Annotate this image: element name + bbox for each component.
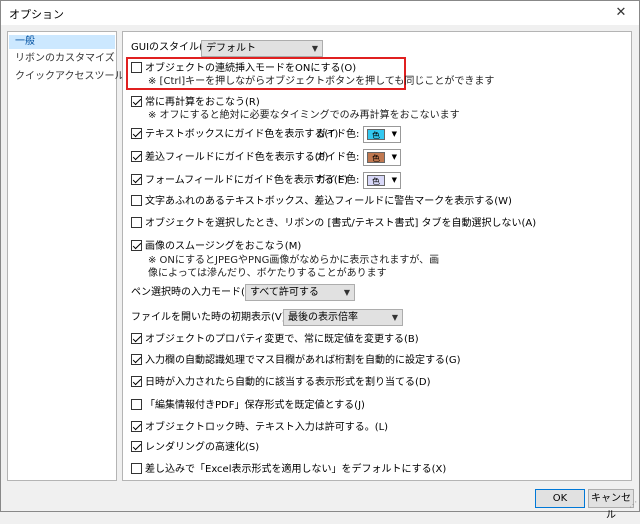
overflow-warning-option[interactable]: 文字あふれのあるテキストボックス、差込フィールドに警告マークを表示する(W) [131,195,512,209]
option-label: 常に再計算をおこなう(R) [145,97,260,108]
checkbox[interactable] [131,421,142,432]
option-label: 画像のスムージングをおこなう(M) [145,241,302,252]
chevron-down-icon: ▼ [391,153,397,161]
open-zoom-value: 最後の表示倍率 [288,312,358,323]
checkbox[interactable] [131,354,142,365]
smoothing-option[interactable]: 画像のスムージングをおこなう(M) [131,240,301,254]
fast-render-option[interactable]: レンダリングの高速化(S) [131,441,259,455]
checkbox[interactable] [131,399,142,410]
always-recalc-option[interactable]: 常に再計算をおこなう(R) [131,96,260,110]
option-label: オブジェクトの連続挿入モードをONにする(O) [145,63,357,74]
continuous-insert-option[interactable]: オブジェクトの連続挿入モードをONにする(O) [131,62,356,76]
option-label: 差込フィールドにガイド色を表示する(F) [145,152,329,163]
title-bar: オプション ✕ [1,1,639,25]
cancel-button[interactable]: キャンセル [588,489,634,521]
checkbox[interactable] [131,128,142,139]
chevron-down-icon: ▼ [391,176,397,184]
pdf-default-option[interactable]: 「編集情報付きPDF」保存形式を既定値とする(J) [131,399,365,413]
checkbox[interactable] [131,463,142,474]
window-title: オプション [9,8,64,21]
checkbox[interactable] [131,62,142,73]
checkbox[interactable] [131,376,142,387]
checkbox[interactable] [131,441,142,452]
open-zoom-label: ファイルを開いた時の初期表示(V): [131,312,290,323]
mailmerge-guide-color-picker[interactable]: 色 ▼ [363,149,401,166]
guide-color-label: ガイド色: [316,175,360,186]
textbox-guide-color-picker[interactable]: 色 ▼ [363,126,401,143]
close-icon[interactable]: ✕ [609,3,633,23]
option-label: オブジェクトのプロパティ変更で、常に既定値を変更する(B) [145,334,419,345]
sidebar-item-quick-access[interactable]: クイックアクセスツールバー [9,70,145,84]
textbox-guide-option[interactable]: テキストボックスにガイド色を表示する(T) [131,128,338,142]
options-panel: GUIのスタイル(P): デフォルト ▼ オブジェクトの連続挿入モードをONにす… [122,31,632,481]
sidebar-item-general[interactable]: 一般 [9,35,115,49]
option-label: オブジェクトを選択したとき、リボンの [書式/テキスト書式] タブを自動選択しな… [145,218,537,229]
auto-select-tab-option[interactable]: オブジェクトを選択したとき、リボンの [書式/テキスト書式] タブを自動選択しな… [131,217,536,231]
option-label: テキストボックスにガイド色を表示する(T) [145,129,339,140]
color-swatch: 色 [367,175,385,186]
chevron-down-icon: ▼ [391,130,397,138]
grid-autosplit-option[interactable]: 入力欄の自動認識処理でマス目欄があれば桁割を自動的に設定する(G) [131,354,461,368]
gui-style-value: デフォルト [206,43,256,54]
option-label: 入力欄の自動認識処理でマス目欄があれば桁割を自動的に設定する(G) [145,355,461,366]
always-recalc-note: ※ オフにすると絶対に必要なタイミングでのみ再計算をおこないます [148,110,460,121]
checkbox[interactable] [131,217,142,228]
sidebar-item-ribbon[interactable]: リボンのカスタマイズ [9,52,115,66]
open-zoom-select[interactable]: 最後の表示倍率 ▼ [283,309,403,326]
checkbox[interactable] [131,240,142,251]
chevron-down-icon: ▼ [311,44,318,53]
pen-mode-label: ペン選択時の入力モード(C): [131,287,260,298]
color-swatch: 色 [367,152,385,163]
checkbox[interactable] [131,195,142,206]
checkbox[interactable] [131,96,142,107]
smoothing-note: ※ ONにするとJPEGやPNG画像がなめらかに表示されますが、画像によっては滲… [148,255,440,279]
chevron-down-icon: ▼ [343,288,350,297]
checkbox[interactable] [131,333,142,344]
options-dialog: オプション ✕ 一般 リボンのカスタマイズ クイックアクセスツールバー GUIの… [0,0,640,521]
continuous-insert-note: ※ [Ctrl]キーを押しながらオブジェクトボタンを押しても同じことができます [148,76,495,87]
formfield-guide-color-picker[interactable]: 色 ▼ [363,172,401,189]
category-list: 一般 リボンのカスタマイズ クイックアクセスツールバー [7,31,145,481]
option-label: 文字あふれのあるテキストボックス、差込フィールドに警告マークを表示する(W) [145,196,512,207]
lock-text-option[interactable]: オブジェクトロック時、テキスト入力は許可する。(L) [131,421,388,435]
excel-format-option[interactable]: 差し込みで「Excel表示形式を適用しない」をデフォルトにする(X) [131,463,446,477]
option-label: オブジェクトロック時、テキスト入力は許可する。(L) [145,422,389,433]
option-label: レンダリングの高速化(S) [145,442,260,453]
mailmerge-guide-option[interactable]: 差込フィールドにガイド色を表示する(F) [131,151,328,165]
guide-color-label: ガイド色: [316,129,360,140]
color-swatch: 色 [367,129,385,140]
option-label: 「編集情報付きPDF」保存形式を既定値とする(J) [145,400,365,411]
resize-grip-icon[interactable]: ⋰ [629,500,637,509]
chevron-down-icon: ▼ [391,313,398,322]
checkbox[interactable] [131,151,142,162]
pen-mode-value: すべて許可する [250,287,319,298]
checkbox[interactable] [131,174,142,185]
guide-color-label: ガイド色: [316,152,360,163]
property-default-option[interactable]: オブジェクトのプロパティ変更で、常に既定値を変更する(B) [131,333,419,347]
pen-mode-select[interactable]: すべて許可する ▼ [245,284,355,301]
date-format-option[interactable]: 日時が入力されたら自動的に該当する表示形式を割り当てる(D) [131,376,431,390]
option-label: 差し込みで「Excel表示形式を適用しない」をデフォルトにする(X) [145,464,447,475]
gui-style-select[interactable]: デフォルト ▼ [201,40,323,57]
option-label: 日時が入力されたら自動的に該当する表示形式を割り当てる(D) [145,377,431,388]
ok-button[interactable]: OK [535,489,585,508]
